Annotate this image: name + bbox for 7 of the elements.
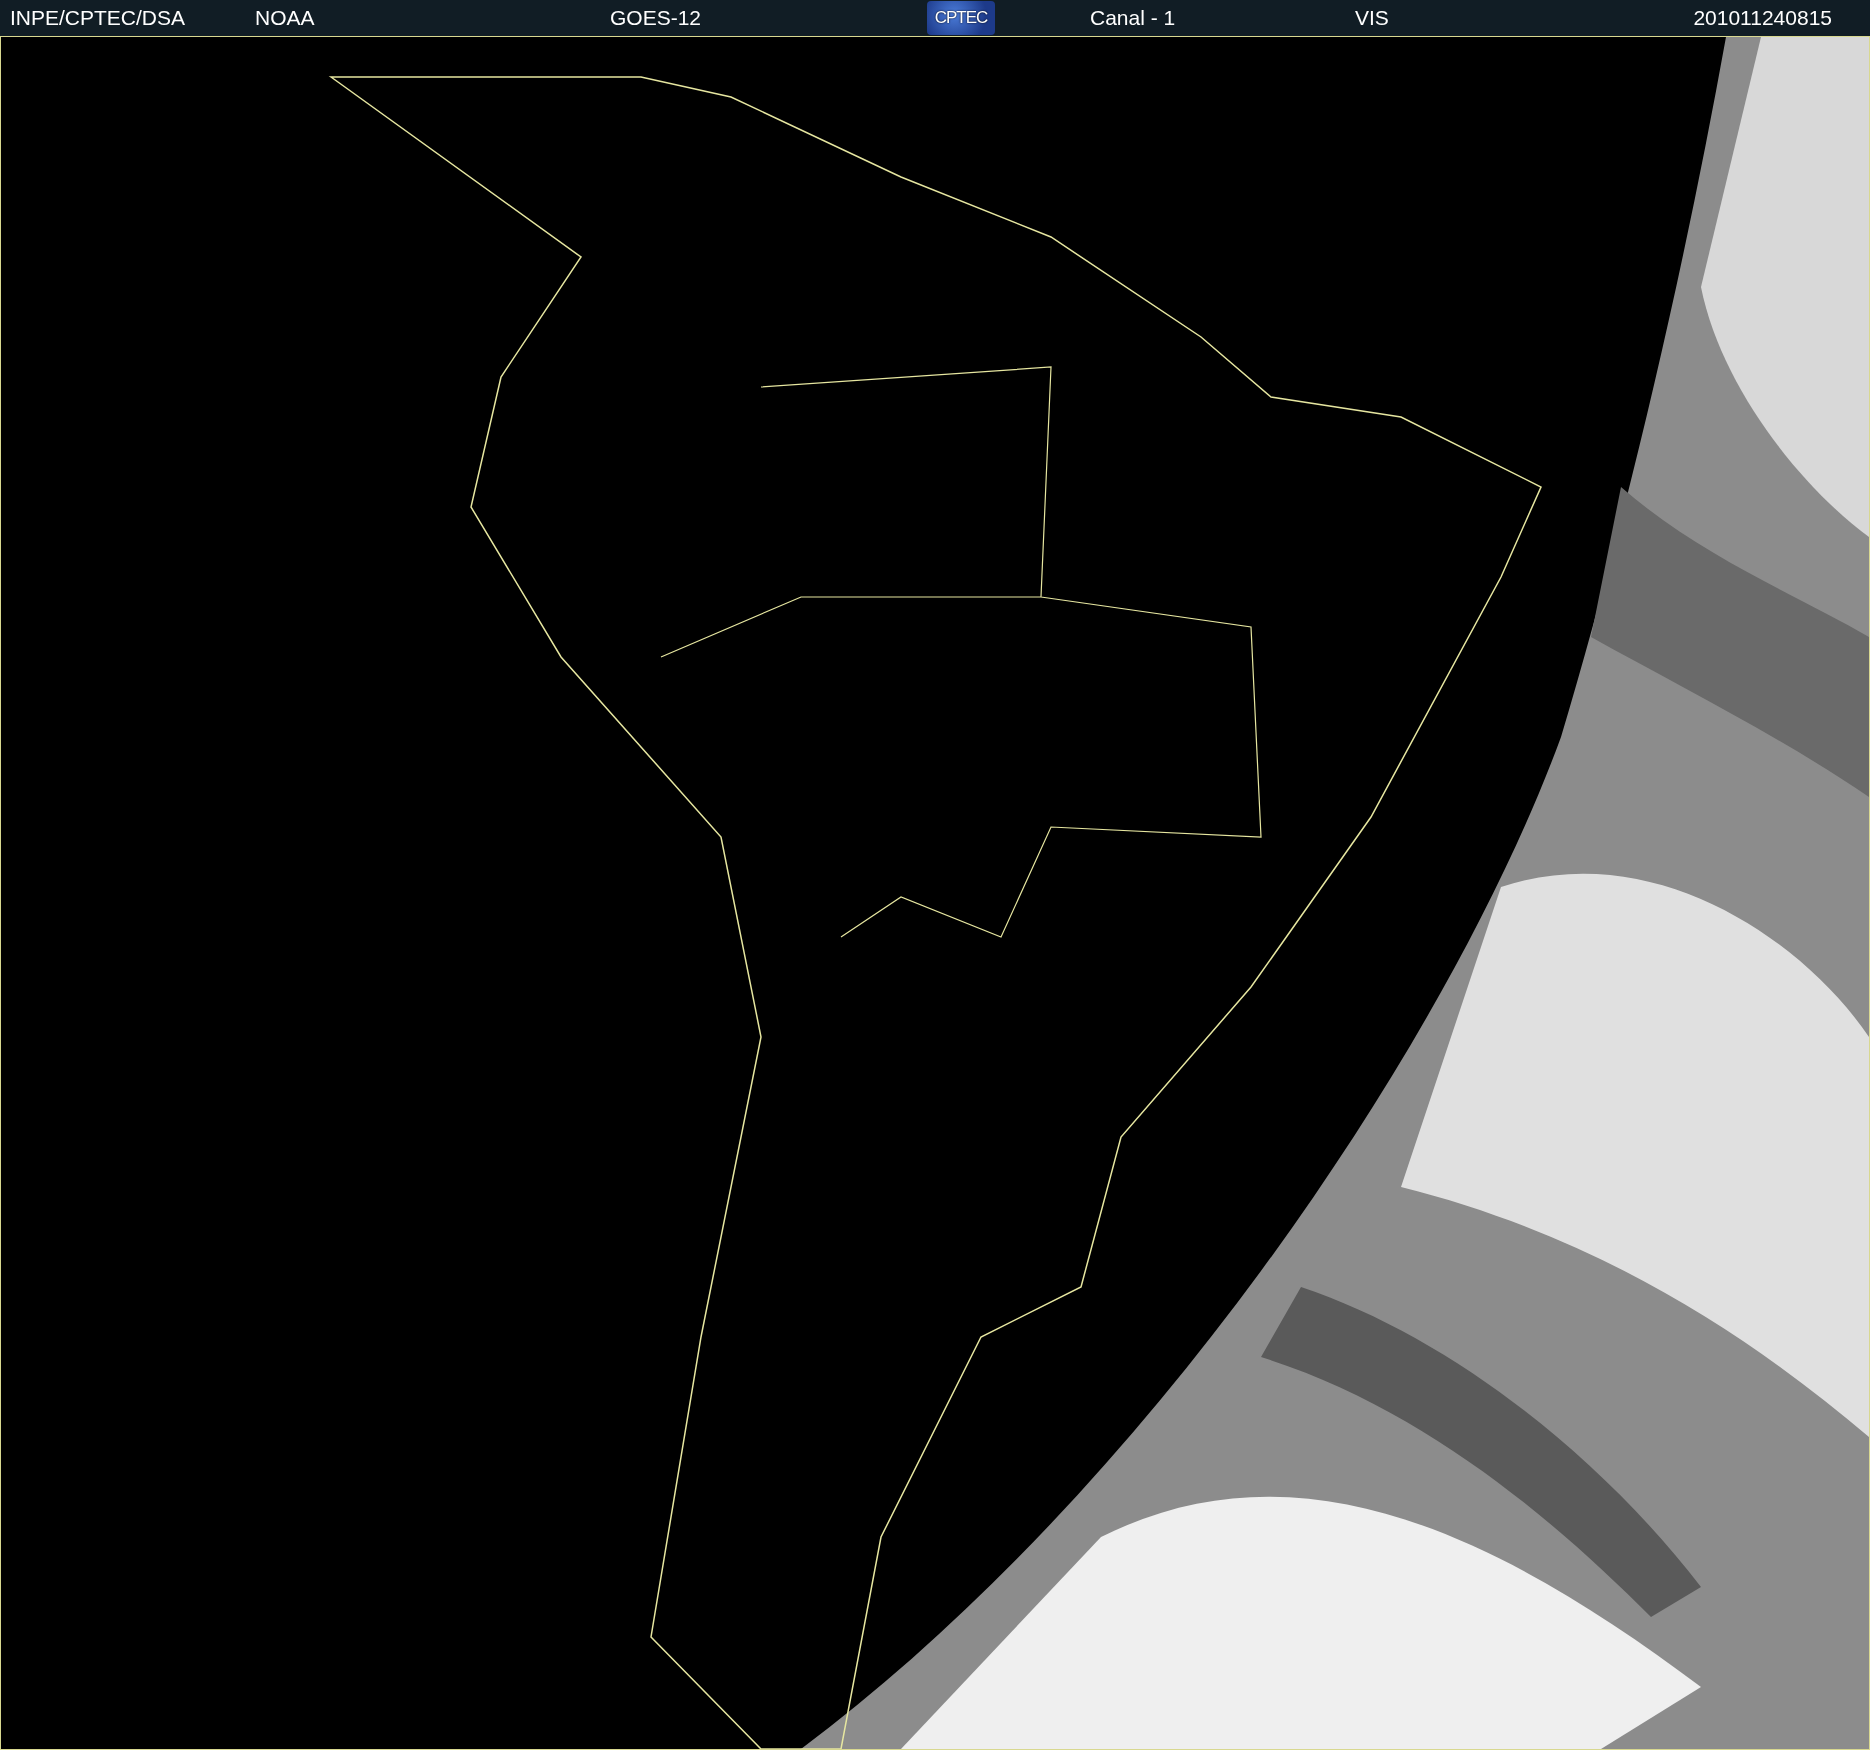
timestamp-label: 201011240815 xyxy=(1693,6,1833,30)
agency-label: NOAA xyxy=(255,6,315,30)
band-label: VIS xyxy=(1355,6,1389,30)
source-label: INPE/CPTEC/DSA xyxy=(10,6,186,30)
channel-label: Canal - 1 xyxy=(1089,6,1176,30)
satellite-label: GOES-12 xyxy=(610,6,702,30)
logo: CPTEC xyxy=(927,1,995,35)
